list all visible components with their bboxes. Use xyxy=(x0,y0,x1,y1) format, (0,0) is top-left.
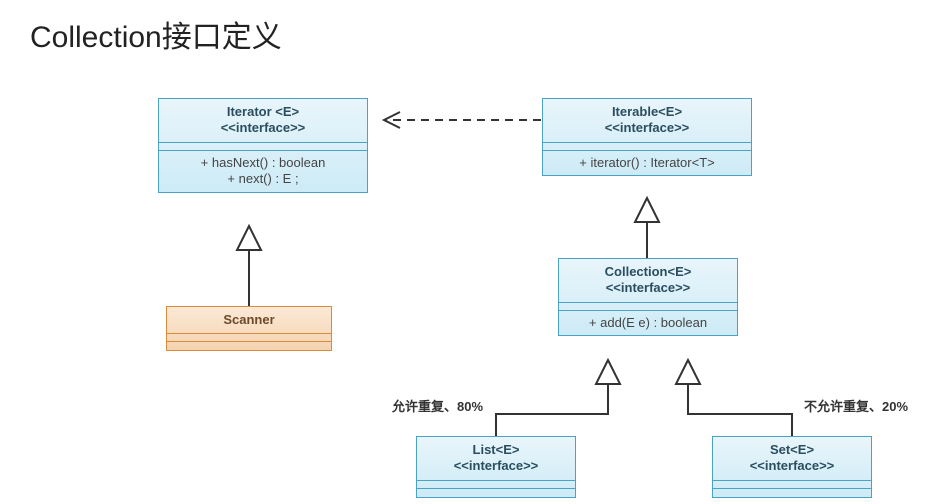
gen-set-collection-arrow xyxy=(676,360,700,384)
uml-scanner-attrs xyxy=(167,334,331,342)
uml-list-name: List<E> xyxy=(473,442,520,457)
uml-iterator-name: Iterator <E> xyxy=(227,104,299,119)
uml-iterable-name: Iterable<E> xyxy=(612,104,682,119)
uml-set-attrs xyxy=(713,481,871,489)
uml-list-attrs xyxy=(417,481,575,489)
page-title: Collection接口定义 xyxy=(30,12,282,56)
uml-set: Set<E> <<interface>> xyxy=(712,436,872,498)
gen-collection-iterable-arrow xyxy=(635,198,659,222)
uml-collection-methods: + add(E e) : boolean xyxy=(559,311,737,336)
uml-iterator-stereo: <<interface>> xyxy=(221,120,306,135)
uml-scanner-header: Scanner xyxy=(167,307,331,334)
label-allow-dup: 允许重复、80% xyxy=(392,396,483,415)
label-no-dup: 不允许重复、20% xyxy=(804,396,908,415)
uml-iterable-attrs xyxy=(543,143,751,151)
gen-list-collection-line xyxy=(496,384,608,436)
connectors xyxy=(0,0,949,504)
uml-collection-name: Collection<E> xyxy=(605,264,692,279)
uml-iterator-attrs xyxy=(159,143,367,151)
uml-scanner-methods xyxy=(167,342,331,350)
uml-iterable-header: Iterable<E> <<interface>> xyxy=(543,99,751,143)
dep-iterable-iterator-arrow xyxy=(384,112,400,128)
uml-iterable-methods: + iterator() : Iterator<T> xyxy=(543,151,751,176)
uml-iterator-header: Iterator <E> <<interface>> xyxy=(159,99,367,143)
uml-collection: Collection<E> <<interface>> + add(E e) :… xyxy=(558,258,738,336)
gen-set-collection-line xyxy=(688,384,792,436)
uml-collection-header: Collection<E> <<interface>> xyxy=(559,259,737,303)
uml-scanner: Scanner xyxy=(166,306,332,351)
uml-iterator-methods: + hasNext() : boolean + next() : E ; xyxy=(159,151,367,193)
uml-iterable-stereo: <<interface>> xyxy=(605,120,690,135)
uml-set-header: Set<E> <<interface>> xyxy=(713,437,871,481)
uml-collection-stereo: <<interface>> xyxy=(606,280,691,295)
uml-collection-attrs xyxy=(559,303,737,311)
uml-iterable: Iterable<E> <<interface>> + iterator() :… xyxy=(542,98,752,176)
gen-list-collection-arrow xyxy=(596,360,620,384)
uml-list: List<E> <<interface>> xyxy=(416,436,576,498)
uml-list-methods xyxy=(417,489,575,497)
uml-iterator: Iterator <E> <<interface>> + hasNext() :… xyxy=(158,98,368,193)
uml-scanner-name: Scanner xyxy=(223,312,274,327)
uml-list-header: List<E> <<interface>> xyxy=(417,437,575,481)
uml-list-stereo: <<interface>> xyxy=(454,458,539,473)
gen-scanner-iterator-arrow xyxy=(237,226,261,250)
uml-set-name: Set<E> xyxy=(770,442,814,457)
uml-set-stereo: <<interface>> xyxy=(750,458,835,473)
uml-set-methods xyxy=(713,489,871,497)
